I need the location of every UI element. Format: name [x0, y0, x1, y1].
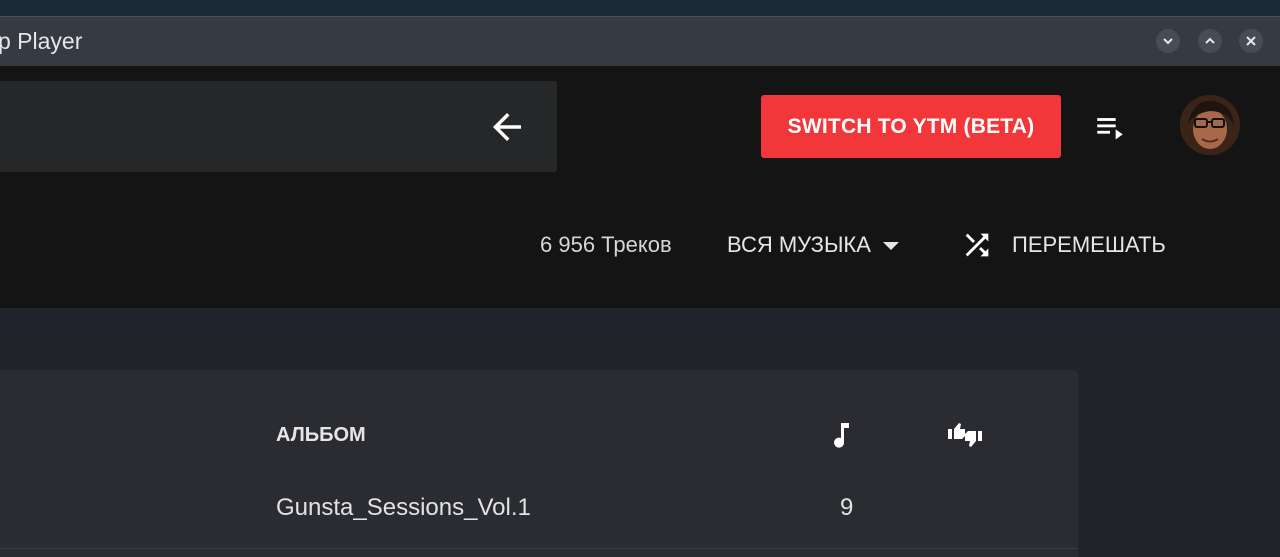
close-button[interactable]	[1239, 29, 1263, 53]
tracks-table: АЛЬБОМ Gunsta_Sessions_Vol.1 9	[0, 370, 1078, 557]
track-count: 6 956 Треков	[540, 232, 672, 257]
minimize-button[interactable]	[1156, 29, 1180, 53]
desktop-strip	[0, 0, 1280, 16]
back-button[interactable]	[484, 105, 530, 149]
shuffle-button[interactable]: ПЕРЕМЕШАТЬ	[960, 228, 1166, 262]
chevron-down-icon	[1163, 38, 1173, 45]
window-title: p Player	[0, 28, 83, 54]
avatar[interactable]	[1180, 95, 1240, 155]
music-note-icon[interactable]	[830, 420, 854, 450]
filter-label: ВСЯ МУЗЫКА	[727, 232, 871, 257]
queue-button[interactable]	[1090, 110, 1130, 146]
switch-to-ytm-button[interactable]: SWITCH TO YTM (BETA)	[761, 95, 1061, 158]
row-divider	[0, 548, 1078, 549]
row-album: Gunsta_Sessions_Vol.1	[276, 494, 531, 521]
maximize-button[interactable]	[1198, 29, 1222, 53]
row-play-count: 9	[840, 494, 854, 521]
shuffle-label: ПЕРЕМЕШАТЬ	[1012, 232, 1166, 257]
music-filter-dropdown[interactable]: ВСЯ МУЗЫКА	[727, 232, 899, 258]
app-header: SWITCH TO YTM (BETA) 6 956 Треков ВСЯ МУ…	[0, 66, 1280, 308]
avatar-photo	[1180, 95, 1240, 155]
window-titlebar[interactable]: p Player	[0, 16, 1280, 66]
arrow-left-icon	[493, 113, 521, 141]
close-icon	[1246, 36, 1256, 46]
search-box[interactable]	[0, 81, 557, 172]
caret-down-icon	[882, 242, 899, 250]
thumbs-up-down-icon[interactable]	[946, 420, 984, 450]
chevron-up-icon	[1205, 37, 1215, 44]
shuffle-icon	[965, 233, 989, 257]
column-header-album[interactable]: АЛЬБОМ	[276, 424, 366, 447]
queue-music-icon	[1097, 118, 1123, 140]
